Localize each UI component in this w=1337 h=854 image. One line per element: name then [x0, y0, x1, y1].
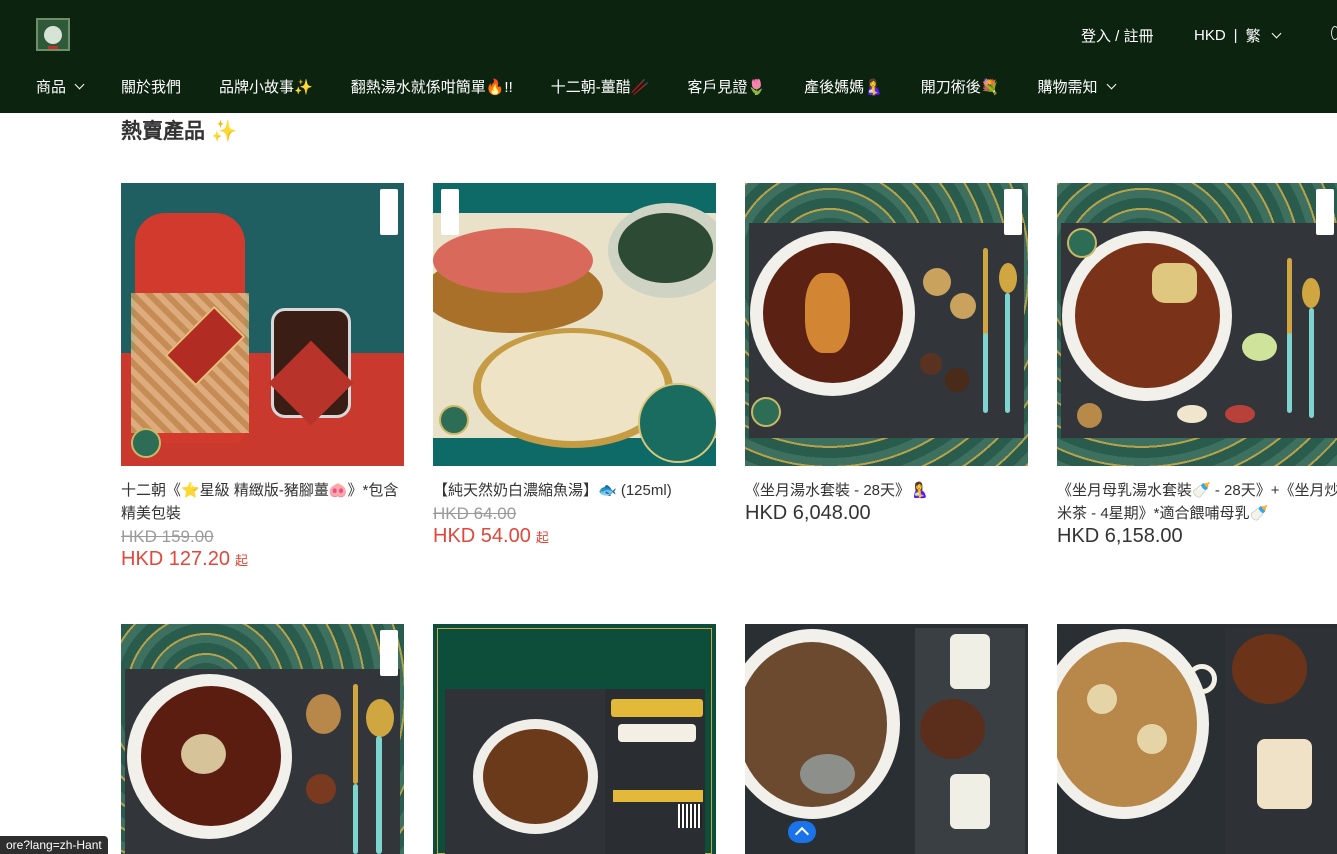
nav-item-label: 十二朝-薑醋🥢 [550, 79, 650, 96]
sale-price: HKD 127.20 起 [121, 548, 411, 572]
nav-item-postpartum[interactable]: 產後媽媽🤱 [804, 76, 883, 97]
sale-price-amount: HKD 127.20 [121, 548, 230, 570]
nav-item-label: 翻熱湯水就係咁簡單🔥!! [350, 79, 513, 96]
product-card[interactable]: 十二朝《⭐星級 精緻版-豬腳薑🐽》*包含精美包裝 HKD 159.00 HKD … [121, 183, 404, 603]
nav-item-about[interactable]: 關於我們 [121, 76, 181, 97]
product-info: 《坐月湯水套裝 - 28天》🤱 HKD 6,048.00 [745, 479, 1035, 525]
currency-language-selector[interactable]: HKD | 繁 [1194, 25, 1282, 46]
chevron-down-icon [1106, 79, 1116, 90]
currency-label: HKD [1194, 27, 1226, 44]
section-title-text: 熱賣產品 [121, 120, 205, 143]
product-info: 《坐月母乳湯水套裝🍼 - 28天》+《坐月炒米茶 - 4星期》*適合餵哺母乳🍼 … [1057, 479, 1337, 548]
product-image[interactable] [433, 183, 716, 466]
currency-language-separator: | [1233, 27, 1238, 44]
search-icon[interactable] [1331, 26, 1337, 40]
product-card[interactable]: 【純天然奶白濃縮魚湯】🐟 (125ml) HKD 64.00 HKD 54.00… [433, 183, 716, 603]
original-price: HKD 64.00 [433, 504, 517, 523]
product-image[interactable] [121, 183, 404, 466]
sale-price: HKD 54.00 起 [433, 525, 723, 549]
nav-item-brand-story[interactable]: 品牌小故事✨ [219, 76, 313, 97]
site-header: 登入 / 註冊 HKD | 繁 商品 關於我們 品牌小故事✨ 翻熱湯水就係咁簡單… [0, 0, 1337, 113]
nav-item-testimonials[interactable]: 客戶見證🌷 [687, 76, 766, 97]
product-price: HKD 6,158.00 [1057, 525, 1183, 547]
nav-item-label: 商品 [36, 79, 67, 96]
login-register-label: 登入 / 註冊 [1081, 28, 1154, 45]
product-card[interactable]: 《坐月母乳湯水套裝🍼 - 28天》+《坐月炒米茶 - 4星期》*適合餵哺母乳🍼 … [1057, 183, 1337, 603]
nav-item-label: 關於我們 [121, 79, 182, 96]
main-nav: 商品 關於我們 品牌小故事✨ 翻熱湯水就係咁簡單🔥!! 十二朝-薑醋🥢 客戶見證… [36, 76, 1153, 97]
product-image[interactable] [121, 624, 404, 854]
from-label: 起 [234, 553, 248, 568]
nav-item-shopping-info[interactable]: 購物需知 [1037, 76, 1116, 97]
product-card[interactable] [433, 624, 716, 854]
login-register-link[interactable]: 登入 / 註冊 [1081, 25, 1154, 46]
language-label: 繁 [1245, 28, 1261, 45]
product-card[interactable] [1057, 624, 1337, 854]
nav-item-label: 客戶見證🌷 [687, 79, 767, 96]
brand-logo[interactable] [36, 18, 70, 51]
product-price: HKD 6,048.00 [745, 502, 871, 524]
product-info: 十二朝《⭐星級 精緻版-豬腳薑🐽》*包含精美包裝 HKD 159.00 HKD … [121, 479, 411, 572]
nav-item-label: 開刀術後💐 [920, 79, 1000, 96]
product-card[interactable] [745, 624, 1028, 854]
product-image[interactable] [1057, 624, 1337, 854]
chevron-down-icon [74, 79, 85, 90]
from-label: 起 [535, 530, 549, 545]
product-image[interactable] [745, 624, 1028, 854]
sparkle-icon: ✨ [211, 120, 238, 143]
nav-item-label: 購物需知 [1037, 79, 1098, 96]
sale-price-amount: HKD 54.00 [433, 525, 531, 547]
nav-item-reheat-soup[interactable]: 翻熱湯水就係咁簡單🔥!! [351, 76, 513, 97]
product-name[interactable]: 十二朝《⭐星級 精緻版-豬腳薑🐽》*包含精美包裝 [121, 479, 411, 525]
product-image[interactable] [433, 624, 716, 854]
product-name[interactable]: 《坐月湯水套裝 - 28天》🤱 [745, 479, 1035, 502]
status-bar-url: ore?lang=zh-Hant [0, 836, 108, 854]
product-name[interactable]: 【純天然奶白濃縮魚湯】🐟 (125ml) [433, 479, 723, 502]
product-image[interactable] [745, 183, 1028, 466]
section-title: 熱賣產品 ✨ [121, 115, 237, 145]
nav-item-label: 品牌小故事✨ [219, 79, 313, 96]
nav-item-products[interactable]: 商品 [36, 76, 85, 97]
product-card[interactable]: 《坐月湯水套裝 - 28天》🤱 HKD 6,048.00 [745, 183, 1028, 603]
nav-item-ginger-vinegar[interactable]: 十二朝-薑醋🥢 [551, 76, 650, 97]
product-image[interactable] [1057, 183, 1337, 466]
product-card[interactable] [121, 624, 404, 854]
nav-item-post-surgery[interactable]: 開刀術後💐 [921, 76, 1000, 97]
product-name[interactable]: 《坐月母乳湯水套裝🍼 - 28天》+《坐月炒米茶 - 4星期》*適合餵哺母乳🍼 [1057, 479, 1337, 525]
product-info: 【純天然奶白濃縮魚湯】🐟 (125ml) HKD 64.00 HKD 54.00… [433, 479, 723, 549]
scroll-to-top-button[interactable] [788, 821, 816, 843]
original-price: HKD 159.00 [121, 527, 214, 546]
chevron-down-icon [1271, 28, 1282, 39]
nav-item-label: 產後媽媽🤱 [804, 79, 883, 96]
